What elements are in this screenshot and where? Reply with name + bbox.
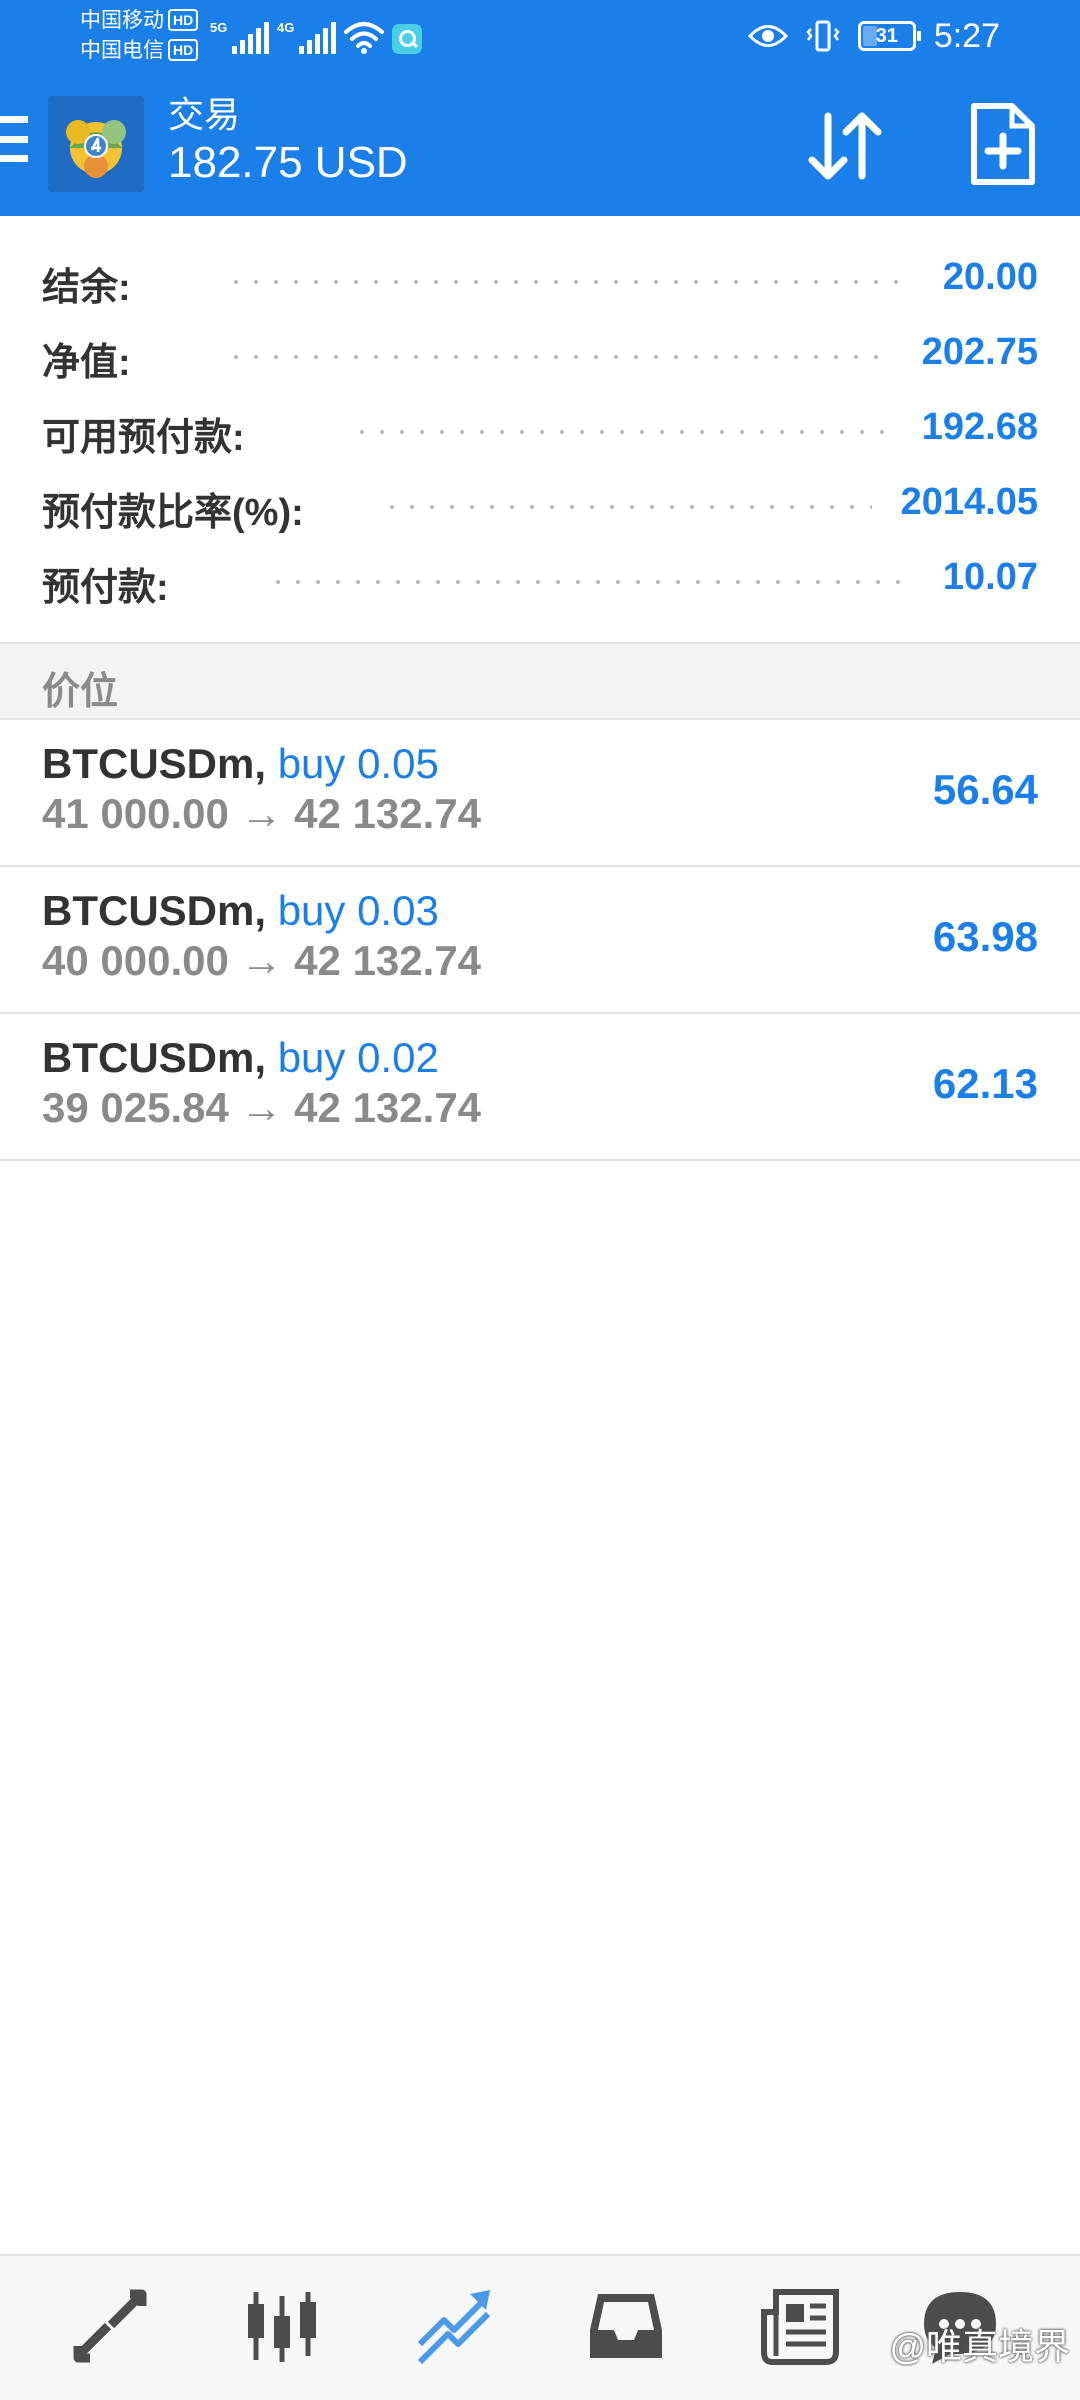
position-prices: 39 025.84 → 42 132.74 xyxy=(42,1084,482,1131)
bottom-nav: @唯真境界 xyxy=(0,2254,1080,2400)
summary-row-margin: 预付款: 10.07 xyxy=(0,540,1080,615)
app-bar: 交易 182.75 USD xyxy=(0,76,1080,216)
summary-value: 202.75 xyxy=(921,331,1038,373)
position-symbol-line: BTCUSDm, buy 0.05 xyxy=(42,740,439,788)
position-side: buy 0.02 xyxy=(277,1034,439,1081)
position-row[interactable]: BTCUSDm, buy 0.02 39 025.84 → 42 132.74 … xyxy=(0,1014,1080,1161)
summary-label: 可用预付款: xyxy=(42,417,245,459)
battery-icon: 31 xyxy=(857,21,921,51)
metatrader-logo xyxy=(48,96,144,192)
summary-label: 结余: xyxy=(42,267,131,309)
section-title: 价位 xyxy=(42,671,119,713)
summary-label: 预付款比率(%): xyxy=(42,492,304,534)
news-icon[interactable] xyxy=(760,2286,840,2366)
summary-row-balance: 结余: 20.00 xyxy=(0,240,1080,315)
header-balance: 182.75 USD xyxy=(168,138,408,187)
battery-level: 31 xyxy=(875,25,898,47)
summary-row-margin-level: 预付款比率(%): 2014.05 xyxy=(0,465,1080,540)
leader-dots xyxy=(382,505,872,509)
carrier-info: 中国移动 HD 中国电信 HD xyxy=(80,6,210,66)
quotes-icon[interactable] xyxy=(70,2286,150,2366)
position-profit: 56.64 xyxy=(932,766,1038,813)
position-prices: 40 000.00 → 42 132.74 xyxy=(42,937,482,984)
position-symbol: BTCUSDm, xyxy=(42,740,267,787)
leader-dots xyxy=(352,430,890,434)
position-row[interactable]: BTCUSDm, buy 0.05 41 000.00 → 42 132.74 … xyxy=(0,720,1080,867)
menu-icon[interactable] xyxy=(0,116,28,162)
top-bar: 中国移动 HD 中国电信 HD 5G 4G 31 5:27 交易 182.75 … xyxy=(0,0,1080,216)
search-app-icon xyxy=(392,24,422,54)
clock: 5:27 xyxy=(933,16,1000,55)
position-symbol: BTCUSDm, xyxy=(42,887,267,934)
position-row[interactable]: BTCUSDm, buy 0.03 40 000.00 → 42 132.74 … xyxy=(0,867,1080,1014)
carrier-2: 中国电信 xyxy=(80,39,164,62)
carrier-1: 中国移动 xyxy=(80,9,164,32)
watermark: @唯真境界 xyxy=(889,2326,1070,2367)
network-type-label: 5G xyxy=(210,20,228,35)
position-side: buy 0.03 xyxy=(277,887,439,934)
summary-label: 净值: xyxy=(42,342,131,384)
position-symbol: BTCUSDm, xyxy=(42,1034,267,1081)
page-title: 交易 xyxy=(168,94,241,135)
hd-badge: HD xyxy=(168,39,199,61)
trade-icon[interactable] xyxy=(414,2286,494,2366)
vibrate-icon xyxy=(806,20,840,52)
summary-value: 192.68 xyxy=(921,406,1038,448)
position-symbol-line: BTCUSDm, buy 0.02 xyxy=(42,1034,439,1082)
hd-badge: HD xyxy=(168,9,199,31)
signal-icon: 4G xyxy=(277,20,336,54)
summary-value: 20.00 xyxy=(942,256,1038,298)
network-icons: 5G 4G xyxy=(210,14,422,54)
eye-icon xyxy=(747,25,788,47)
wifi-icon xyxy=(344,22,384,54)
summary-row-equity: 净值: 202.75 xyxy=(0,315,1080,390)
position-profit: 62.13 xyxy=(932,1060,1038,1107)
network-type-label: 4G xyxy=(277,20,295,35)
status-right: 31 5:27 xyxy=(747,14,1000,58)
leader-dots xyxy=(268,580,904,584)
position-side: buy 0.05 xyxy=(277,740,439,787)
position-profit: 63.98 xyxy=(932,913,1038,960)
summary-value: 2014.05 xyxy=(900,481,1038,523)
status-bar: 中国移动 HD 中国电信 HD 5G 4G 31 5:27 xyxy=(0,0,1080,76)
summary-value: 10.07 xyxy=(942,556,1038,598)
summary-row-free-margin: 可用预付款: 192.68 xyxy=(0,390,1080,465)
summary-label: 预付款: xyxy=(42,567,169,609)
position-symbol-line: BTCUSDm, buy 0.03 xyxy=(42,887,439,935)
new-order-icon[interactable] xyxy=(968,102,1038,188)
position-prices: 41 000.00 → 42 132.74 xyxy=(42,790,482,837)
chart-icon[interactable] xyxy=(242,2286,322,2366)
leader-dots xyxy=(226,280,904,284)
signal-icon: 5G xyxy=(210,20,269,54)
history-icon[interactable] xyxy=(586,2286,666,2366)
account-summary: 结余: 20.00 净值: 202.75 可用预付款: 192.68 预付款比率… xyxy=(0,240,1080,615)
leader-dots xyxy=(226,355,890,359)
positions-header: 价位 xyxy=(0,642,1080,720)
sort-icon[interactable] xyxy=(800,106,890,186)
positions-list: BTCUSDm, buy 0.05 41 000.00 → 42 132.74 … xyxy=(0,720,1080,1161)
